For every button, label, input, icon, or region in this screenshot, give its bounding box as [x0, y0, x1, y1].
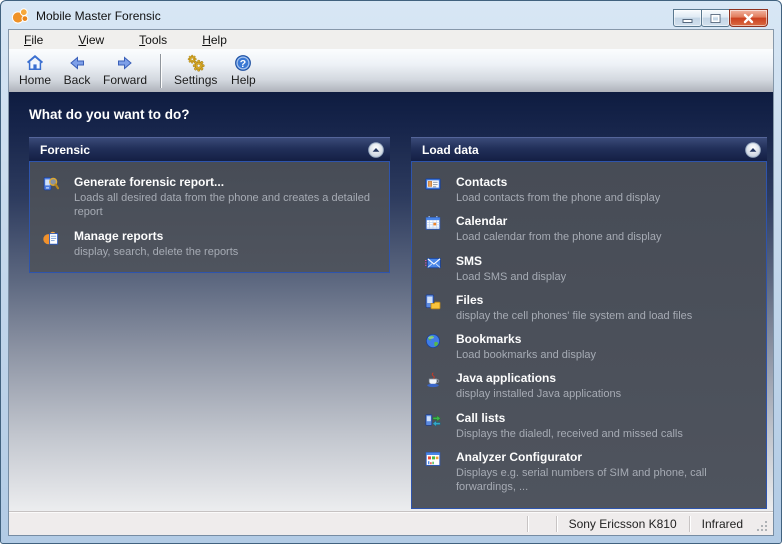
item-title: Call lists [456, 411, 754, 426]
item-description: Load contacts from the phone and display [456, 191, 754, 205]
item-description: display, search, delete the reports [74, 245, 377, 259]
toolbar-separator [160, 54, 161, 88]
panel-forensic-title: Forensic [40, 143, 90, 157]
calendar-icon [425, 215, 441, 231]
java-applications-icon [425, 372, 441, 388]
panel-forensic-header: Forensic [29, 137, 390, 161]
main-content: What do you want to do? Forensic [9, 92, 773, 511]
panels-row: Forensic [29, 137, 757, 509]
bookmarks-icon [425, 333, 441, 349]
item-description: Load SMS and display [456, 270, 754, 284]
back-button[interactable]: Back [57, 51, 97, 91]
status-separator [527, 516, 528, 532]
status-bar: Sony Ericsson K810 Infrared [9, 511, 773, 535]
window-controls [674, 9, 768, 27]
item-contacts[interactable]: Contacts Load contacts from the phone an… [425, 175, 754, 205]
files-icon [425, 294, 441, 310]
call-lists-icon [425, 412, 441, 428]
app-logo-icon [11, 7, 29, 25]
item-title: Contacts [456, 175, 754, 190]
analyzer-configurator-icon [425, 451, 441, 467]
settings-button-label: Settings [174, 73, 217, 87]
settings-icon [187, 54, 205, 72]
home-button-label: Home [19, 73, 51, 87]
item-description: display the cell phones' file system and… [456, 309, 754, 323]
forward-button-label: Forward [103, 73, 147, 87]
item-title: Manage reports [74, 229, 377, 244]
forward-icon [116, 54, 134, 72]
item-title: Generate forensic report... [74, 175, 377, 190]
item-manage-reports[interactable]: Manage reports display, search, delete t… [43, 229, 377, 259]
svg-text:?: ? [240, 58, 246, 70]
panel-load-data-header: Load data [411, 137, 767, 161]
item-description: Displays the dialedl, received and misse… [456, 427, 754, 441]
item-generate-forensic-report[interactable]: Generate forensic report... Loads all de… [43, 175, 377, 220]
item-call-lists[interactable]: Call lists Displays the dialedl, receive… [425, 411, 754, 441]
close-button[interactable] [729, 9, 768, 27]
forward-button[interactable]: Forward [97, 51, 153, 91]
item-files[interactable]: Files display the cell phones' file syst… [425, 293, 754, 323]
page-title: What do you want to do? [29, 107, 761, 122]
item-title: Calendar [456, 214, 754, 229]
item-bookmarks[interactable]: Bookmarks Load bookmarks and display [425, 332, 754, 362]
maximize-button[interactable] [701, 9, 730, 27]
item-title: Bookmarks [456, 332, 754, 347]
menu-view[interactable]: View [69, 32, 113, 48]
collapse-forensic-button[interactable] [367, 141, 384, 158]
status-device: Sony Ericsson K810 [557, 517, 689, 531]
item-description: Load bookmarks and display [456, 348, 754, 362]
sms-icon [425, 255, 441, 271]
app-window: Mobile Master Forensic File View Tools H… [0, 0, 782, 544]
item-sms[interactable]: SMS Load SMS and display [425, 254, 754, 284]
menu-help[interactable]: Help [193, 32, 236, 48]
panel-load-data: Load data [411, 137, 767, 509]
panel-forensic-body: Generate forensic report... Loads all de… [29, 161, 390, 273]
item-analyzer-configurator[interactable]: Analyzer Configurator Displays e.g. seri… [425, 450, 754, 495]
client-area: File View Tools Help Home [9, 30, 773, 535]
item-java-applications[interactable]: Java applications display installed Java… [425, 371, 754, 401]
status-connection: Infrared [690, 517, 755, 531]
collapse-load-data-button[interactable] [744, 141, 761, 158]
item-title: Files [456, 293, 754, 308]
window-title: Mobile Master Forensic [36, 9, 161, 23]
toolbar: Home Back Forward [9, 49, 773, 92]
contacts-icon [425, 176, 441, 192]
item-description: Load calendar from the phone and display [456, 230, 754, 244]
home-button[interactable]: Home [13, 51, 57, 91]
item-title: Java applications [456, 371, 754, 386]
help-button-label: Help [231, 73, 256, 87]
back-button-label: Back [64, 73, 91, 87]
generate-forensic-report-icon [43, 176, 59, 192]
help-button[interactable]: ? Help [223, 51, 263, 91]
item-description: Displays e.g. serial numbers of SIM and … [456, 466, 754, 495]
panel-load-data-body: Contacts Load contacts from the phone an… [411, 161, 767, 509]
menu-bar: File View Tools Help [9, 30, 773, 49]
menu-file[interactable]: File [15, 32, 52, 48]
item-title: SMS [456, 254, 754, 269]
minimize-button[interactable] [673, 9, 702, 27]
panel-forensic: Forensic [29, 137, 390, 273]
manage-reports-icon [43, 230, 59, 246]
item-description: Loads all desired data from the phone an… [74, 191, 377, 220]
help-icon: ? [234, 54, 252, 72]
panel-load-data-title: Load data [422, 143, 479, 157]
item-title: Analyzer Configurator [456, 450, 754, 465]
back-icon [68, 54, 86, 72]
item-description: display installed Java applications [456, 387, 754, 401]
menu-tools[interactable]: Tools [130, 32, 176, 48]
item-calendar[interactable]: Calendar Load calendar from the phone an… [425, 214, 754, 244]
home-icon [26, 54, 44, 72]
settings-button[interactable]: Settings [168, 51, 223, 91]
resize-grip[interactable] [755, 519, 771, 535]
title-bar: Mobile Master Forensic [1, 1, 781, 30]
